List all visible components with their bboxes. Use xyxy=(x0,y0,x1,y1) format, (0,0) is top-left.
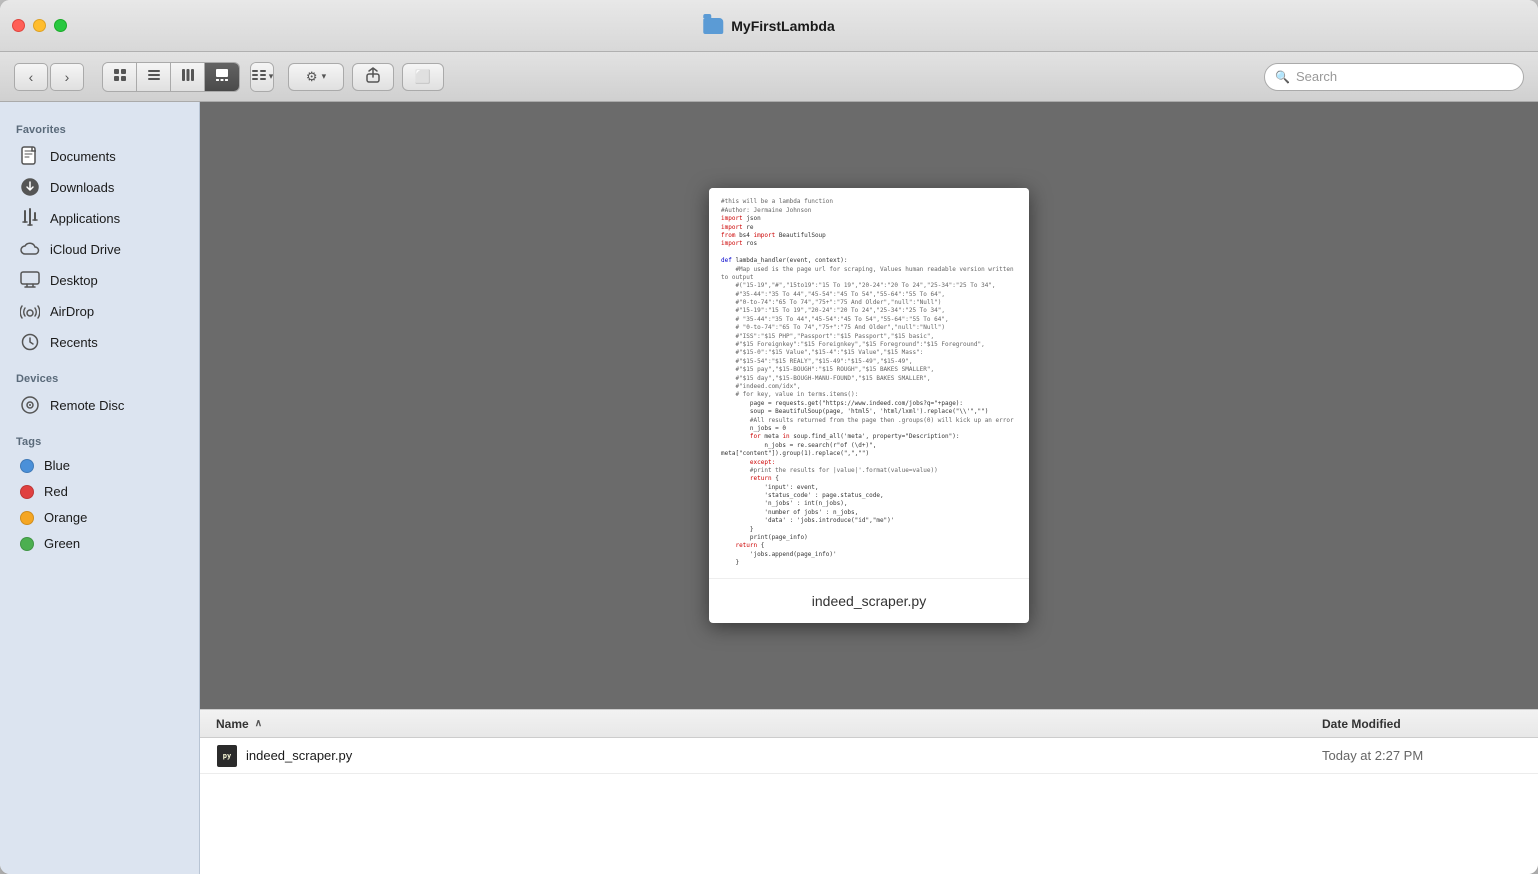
folder-icon xyxy=(703,18,723,34)
sidebar-section-favorites: Favorites xyxy=(0,118,199,140)
nav-buttons: ‹ › xyxy=(14,63,84,91)
table-row[interactable]: indeed_scraper.py Today at 2:27 PM xyxy=(200,738,1538,774)
sidebar-item-desktop[interactable]: Desktop xyxy=(6,265,193,295)
desktop-icon xyxy=(20,270,40,290)
sidebar-label-airdrop: AirDrop xyxy=(50,304,94,319)
file-list: Name ∧ Date Modified indeed_scraper.py T… xyxy=(200,709,1538,874)
file-name: indeed_scraper.py xyxy=(246,748,1322,763)
chevron-down-icon: ▾ xyxy=(269,71,274,82)
downloads-icon xyxy=(20,177,40,197)
sidebar-label-desktop: Desktop xyxy=(50,273,98,288)
file-preview-card: #this will be a lambda function #Author:… xyxy=(709,188,1029,622)
sidebar-section-devices: Devices xyxy=(0,367,199,389)
settings-button[interactable]: ⚙ ▾ xyxy=(288,63,344,91)
tag-button[interactable]: ⬜ xyxy=(402,63,444,91)
share-button[interactable] xyxy=(352,63,394,91)
sidebar-label-applications: Applications xyxy=(50,211,120,226)
gear-icon: ⚙ xyxy=(306,69,318,85)
maximize-button[interactable] xyxy=(54,19,67,32)
python-file-icon xyxy=(217,745,237,767)
airdrop-icon xyxy=(20,301,40,321)
recents-icon xyxy=(20,332,40,352)
sidebar-label-remote-disc: Remote Disc xyxy=(50,398,124,413)
tag-dot-blue xyxy=(20,459,34,473)
action-buttons: ⚙ ▾ ⬜ xyxy=(288,63,444,91)
column-date-label: Date Modified xyxy=(1322,717,1401,731)
sidebar-item-recents[interactable]: Recents xyxy=(6,327,193,357)
tag-dot-red xyxy=(20,485,34,499)
tag-icon: ⬜ xyxy=(415,69,431,85)
sidebar-item-remote-disc[interactable]: Remote Disc xyxy=(6,390,193,420)
sidebar-item-documents[interactable]: Documents xyxy=(6,141,193,171)
forward-icon: › xyxy=(65,69,70,85)
sidebar-item-downloads[interactable]: Downloads xyxy=(6,172,193,202)
sidebar-item-tag-red[interactable]: Red xyxy=(6,479,193,504)
tag-dot-green xyxy=(20,537,34,551)
applications-icon xyxy=(20,208,40,228)
remote-disc-icon xyxy=(20,395,40,415)
main-content: Favorites Documents xyxy=(0,102,1538,874)
sidebar-label-recents: Recents xyxy=(50,335,98,350)
file-type-icon xyxy=(216,745,238,767)
sidebar-section-tags: Tags xyxy=(0,430,199,452)
forward-button[interactable]: › xyxy=(50,63,84,91)
tag-dot-orange xyxy=(20,511,34,525)
gallery-view-button[interactable] xyxy=(205,63,239,91)
group-sort-group: ▾ xyxy=(250,62,274,92)
column-date-header[interactable]: Date Modified xyxy=(1322,717,1522,731)
sidebar-label-icloud: iCloud Drive xyxy=(50,242,121,257)
empty-list-space xyxy=(200,774,1538,874)
column-view-icon xyxy=(181,68,195,85)
minimize-button[interactable] xyxy=(33,19,46,32)
sidebar-label-downloads: Downloads xyxy=(50,180,114,195)
gallery-view-icon xyxy=(215,68,229,85)
icon-view-button[interactable] xyxy=(103,63,137,91)
search-icon: 🔍 xyxy=(1275,70,1290,84)
window-title-area: MyFirstLambda xyxy=(703,18,834,34)
sidebar-item-airdrop[interactable]: AirDrop xyxy=(6,296,193,326)
list-view-button[interactable] xyxy=(137,63,171,91)
list-view-icon xyxy=(147,68,161,85)
preview-area: #this will be a lambda function #Author:… xyxy=(200,102,1538,709)
close-button[interactable] xyxy=(12,19,25,32)
sidebar-label-tag-blue: Blue xyxy=(44,458,70,473)
column-name-header[interactable]: Name ∧ xyxy=(216,717,1322,731)
back-button[interactable]: ‹ xyxy=(14,63,48,91)
sidebar-label-tag-orange: Orange xyxy=(44,510,87,525)
sidebar-label-tag-red: Red xyxy=(44,484,68,499)
group-button[interactable]: ▾ xyxy=(251,63,273,91)
toolbar: ‹ › xyxy=(0,52,1538,102)
icon-view-icon xyxy=(113,68,127,85)
sidebar-item-applications[interactable]: Applications xyxy=(6,203,193,233)
sidebar-item-tag-green[interactable]: Green xyxy=(6,531,193,556)
finder-window: MyFirstLambda ‹ › xyxy=(0,0,1538,874)
window-controls xyxy=(12,19,67,32)
column-view-button[interactable] xyxy=(171,63,205,91)
content-area: #this will be a lambda function #Author:… xyxy=(200,102,1538,874)
sort-arrow-icon: ∧ xyxy=(255,718,262,729)
sidebar-label-documents: Documents xyxy=(50,149,116,164)
settings-chevron-icon: ▾ xyxy=(322,71,327,82)
group-icon xyxy=(251,68,267,85)
file-date-modified: Today at 2:27 PM xyxy=(1322,748,1522,763)
search-bar[interactable]: 🔍 Search xyxy=(1264,63,1524,91)
share-icon xyxy=(366,67,380,86)
search-placeholder: Search xyxy=(1296,69,1337,84)
sidebar-label-tag-green: Green xyxy=(44,536,80,551)
sidebar-item-icloud[interactable]: iCloud Drive xyxy=(6,234,193,264)
file-list-header: Name ∧ Date Modified xyxy=(200,710,1538,738)
window-title: MyFirstLambda xyxy=(731,18,834,34)
view-mode-group xyxy=(102,62,240,92)
sidebar-item-tag-blue[interactable]: Blue xyxy=(6,453,193,478)
preview-code-content: #this will be a lambda function #Author:… xyxy=(709,188,1029,577)
icloud-icon xyxy=(20,239,40,259)
preview-filename: indeed_scraper.py xyxy=(709,578,1029,623)
column-name-label: Name xyxy=(216,717,249,731)
sidebar: Favorites Documents xyxy=(0,102,200,874)
sidebar-item-tag-orange[interactable]: Orange xyxy=(6,505,193,530)
documents-icon xyxy=(20,146,40,166)
back-icon: ‹ xyxy=(29,69,34,85)
title-bar: MyFirstLambda xyxy=(0,0,1538,52)
